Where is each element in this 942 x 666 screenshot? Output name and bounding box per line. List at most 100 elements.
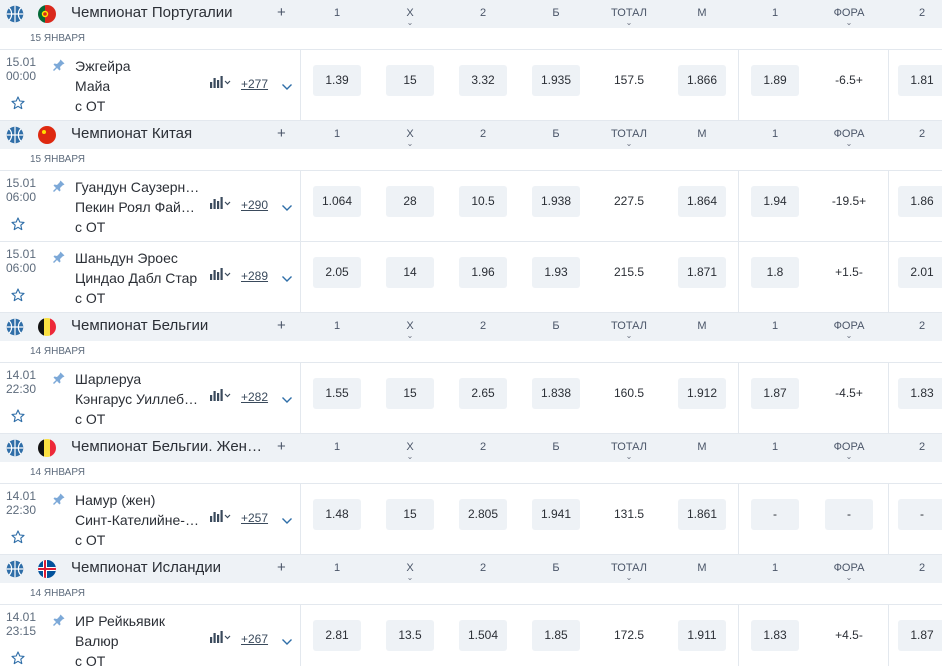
odds-button[interactable]: - — [751, 499, 799, 530]
odds-button[interactable]: 1.911 — [678, 620, 726, 651]
stats-chart-icon[interactable] — [209, 630, 231, 644]
more-markets-link[interactable]: +277 — [241, 77, 268, 91]
chevron-down-icon[interactable] — [281, 79, 293, 90]
odds-button[interactable]: 2.01 — [898, 257, 942, 288]
chevron-down-icon[interactable]: ⌄ — [834, 140, 865, 148]
odds-button[interactable]: 1.87 — [898, 620, 942, 651]
odds-button[interactable]: 13.5 — [386, 620, 434, 651]
more-markets-link[interactable]: +282 — [241, 390, 268, 404]
team-home[interactable]: Гуандун Саузерн Тайгерс — [75, 179, 200, 195]
stats-chart-icon[interactable] — [209, 75, 231, 89]
chevron-down-icon[interactable]: ⌄ — [406, 574, 414, 582]
league-add-button[interactable]: + — [277, 317, 286, 334]
stats-chart-icon[interactable] — [209, 267, 231, 281]
odds-button[interactable]: 1.861 — [678, 499, 726, 530]
pin-icon[interactable] — [52, 613, 66, 627]
chevron-down-icon[interactable] — [281, 271, 293, 282]
favorite-star-icon[interactable] — [11, 530, 25, 544]
more-markets-link[interactable]: +267 — [241, 632, 268, 646]
league-add-button[interactable]: + — [277, 4, 286, 21]
chevron-down-icon[interactable]: ⌄ — [834, 574, 865, 582]
pin-icon[interactable] — [52, 371, 66, 385]
odds-button[interactable]: 1.064 — [313, 186, 361, 217]
chevron-down-icon[interactable]: ⌄ — [611, 19, 647, 27]
odds-button[interactable]: 1.938 — [532, 186, 580, 217]
odds-button[interactable]: - — [825, 499, 873, 530]
stats-chart-icon[interactable] — [209, 196, 231, 210]
odds-button[interactable]: 1.935 — [532, 65, 580, 96]
favorite-star-icon[interactable] — [11, 96, 25, 110]
chevron-down-icon[interactable]: ⌄ — [406, 19, 414, 27]
odds-button[interactable]: 15 — [386, 65, 434, 96]
odds-button[interactable]: 1.85 — [532, 620, 580, 651]
odds-button[interactable]: 10.5 — [459, 186, 507, 217]
odds-button[interactable]: 1.83 — [751, 620, 799, 651]
odds-button[interactable]: 1.83 — [898, 378, 942, 409]
chevron-down-icon[interactable]: ⌄ — [406, 140, 414, 148]
favorite-star-icon[interactable] — [11, 217, 25, 231]
league-add-button[interactable]: + — [277, 438, 286, 455]
odds-button[interactable]: 1.838 — [532, 378, 580, 409]
odds-button[interactable]: 1.941 — [532, 499, 580, 530]
team-away[interactable]: Циндао Дабл Стар — [75, 270, 197, 286]
odds-button[interactable]: 14 — [386, 257, 434, 288]
team-home[interactable]: Намур (жен) — [75, 492, 155, 508]
odds-button[interactable]: 2.65 — [459, 378, 507, 409]
odds-button[interactable]: 1.94 — [751, 186, 799, 217]
favorite-star-icon[interactable] — [11, 651, 25, 665]
stats-chart-icon[interactable] — [209, 388, 231, 402]
chevron-down-icon[interactable]: ⌄ — [611, 332, 647, 340]
chevron-down-icon[interactable] — [281, 513, 293, 524]
chevron-down-icon[interactable]: ⌄ — [611, 574, 647, 582]
team-home[interactable]: Шарлеруа — [75, 371, 141, 387]
odds-button[interactable]: 28 — [386, 186, 434, 217]
team-home[interactable]: Эжгейра — [75, 58, 131, 74]
odds-button[interactable]: 1.87 — [751, 378, 799, 409]
odds-button[interactable]: 2.805 — [459, 499, 507, 530]
team-away[interactable]: Пекин Роял Файтерс — [75, 199, 200, 215]
odds-button[interactable]: 1.871 — [678, 257, 726, 288]
odds-button[interactable]: 1.55 — [313, 378, 361, 409]
chevron-down-icon[interactable]: ⌄ — [834, 453, 865, 461]
team-away[interactable]: Синт-Кателийне-Вавер — [75, 512, 200, 528]
team-home[interactable]: Шаньдун Эроес — [75, 250, 178, 266]
odds-button[interactable]: 1.864 — [678, 186, 726, 217]
chevron-down-icon[interactable]: ⌄ — [834, 332, 865, 340]
pin-icon[interactable] — [52, 250, 66, 264]
odds-button[interactable]: 3.32 — [459, 65, 507, 96]
odds-button[interactable]: - — [898, 499, 942, 530]
pin-icon[interactable] — [52, 58, 66, 72]
chevron-down-icon[interactable] — [281, 392, 293, 403]
odds-button[interactable]: 1.8 — [751, 257, 799, 288]
favorite-star-icon[interactable] — [11, 288, 25, 302]
odds-button[interactable]: 1.93 — [532, 257, 580, 288]
chevron-down-icon[interactable]: ⌄ — [611, 140, 647, 148]
odds-button[interactable]: 2.81 — [313, 620, 361, 651]
chevron-down-icon[interactable]: ⌄ — [834, 19, 865, 27]
chevron-down-icon[interactable] — [281, 200, 293, 211]
odds-button[interactable]: 1.96 — [459, 257, 507, 288]
more-markets-link[interactable]: +257 — [241, 511, 268, 525]
chevron-down-icon[interactable]: ⌄ — [406, 453, 414, 461]
pin-icon[interactable] — [52, 179, 66, 193]
team-home[interactable]: ИР Рейкьявик — [75, 613, 165, 629]
stats-chart-icon[interactable] — [209, 509, 231, 523]
odds-button[interactable]: 1.86 — [898, 186, 942, 217]
team-away[interactable]: Валюр — [75, 633, 119, 649]
odds-button[interactable]: 1.81 — [898, 65, 942, 96]
chevron-down-icon[interactable] — [281, 634, 293, 645]
odds-button[interactable]: 1.866 — [678, 65, 726, 96]
favorite-star-icon[interactable] — [11, 409, 25, 423]
chevron-down-icon[interactable]: ⌄ — [611, 453, 647, 461]
pin-icon[interactable] — [52, 492, 66, 506]
odds-button[interactable]: 15 — [386, 378, 434, 409]
odds-button[interactable]: 1.504 — [459, 620, 507, 651]
odds-button[interactable]: 1.912 — [678, 378, 726, 409]
odds-button[interactable]: 1.89 — [751, 65, 799, 96]
chevron-down-icon[interactable]: ⌄ — [406, 332, 414, 340]
more-markets-link[interactable]: +290 — [241, 198, 268, 212]
odds-button[interactable]: 1.48 — [313, 499, 361, 530]
league-add-button[interactable]: + — [277, 559, 286, 576]
odds-button[interactable]: 15 — [386, 499, 434, 530]
team-away[interactable]: Кэнгарус Уиллебрук — [75, 391, 200, 407]
